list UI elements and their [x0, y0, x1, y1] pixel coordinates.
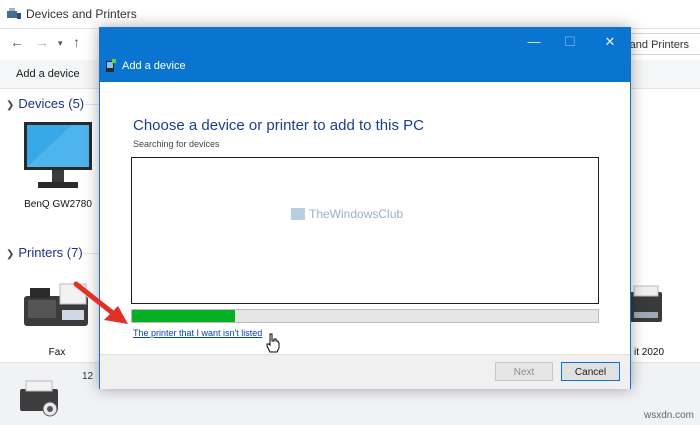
close-button[interactable]: ✕: [595, 32, 625, 52]
recent-dropdown-icon[interactable]: ▾: [58, 38, 63, 49]
dialog-footer: Next Cancel: [100, 354, 630, 389]
devices-divider: [84, 104, 99, 105]
page-footer: wsxdn.com: [643, 410, 694, 421]
details-count: 12: [82, 371, 94, 382]
devices-section-header[interactable]: ❯ Devices (5): [6, 96, 84, 111]
search-status: Searching for devices: [133, 139, 220, 149]
monitor-icon[interactable]: [22, 120, 94, 194]
monitor-label: BenQ GW2780: [24, 199, 92, 210]
add-device-dialog: — ☐ ✕ Add a device Choose a device or pr…: [99, 27, 631, 389]
devices-header-label: Devices (5): [18, 96, 85, 111]
watermark: TheWindowsClub: [291, 207, 403, 221]
cancel-button[interactable]: Cancel: [561, 362, 620, 381]
dialog-titlebar: — ☐ ✕ Add a device: [100, 28, 630, 82]
back-arrow-icon[interactable]: ←: [10, 34, 24, 50]
explorer-title: Devices and Printers: [26, 7, 137, 21]
device-list[interactable]: TheWindowsClub: [131, 157, 599, 304]
dialog-title: Add a device: [122, 60, 186, 72]
forward-arrow-icon[interactable]: →: [35, 34, 49, 50]
devices-printers-icon: [7, 8, 21, 19]
add-device-command[interactable]: Add a device: [16, 68, 80, 80]
up-arrow-icon[interactable]: ↑: [73, 34, 80, 50]
maximize-button[interactable]: ☐: [555, 32, 585, 52]
explorer-titlebar: Devices and Printers: [0, 0, 700, 29]
next-button[interactable]: Next: [495, 362, 553, 381]
dialog-heading: Choose a device or printer to add to thi…: [133, 117, 424, 134]
red-arrow-icon: [73, 281, 128, 324]
printers-section-header[interactable]: ❯ Printers (7): [6, 245, 83, 260]
watermark-logo-icon: [291, 208, 305, 220]
printers-divider: [84, 253, 99, 254]
details-printer-icon: [20, 380, 58, 417]
collapse-chevron-icon[interactable]: ❯: [6, 249, 14, 260]
search-progress-bar: [131, 309, 599, 323]
watermark-text: TheWindowsClub: [309, 207, 404, 221]
collapse-chevron-icon[interactable]: ❯: [6, 100, 14, 111]
printers-header-label: Printers (7): [18, 245, 83, 260]
progress-fill: [132, 310, 235, 322]
minimize-button[interactable]: —: [519, 32, 549, 52]
printer-not-listed-link[interactable]: The printer that I want isn't listed: [133, 328, 262, 338]
printer-icon[interactable]: [626, 282, 666, 330]
fax-label: Fax: [48, 347, 66, 358]
add-device-icon: [106, 59, 116, 72]
hand-cursor-icon: [266, 333, 280, 353]
printer-label: it 2020: [634, 347, 665, 358]
